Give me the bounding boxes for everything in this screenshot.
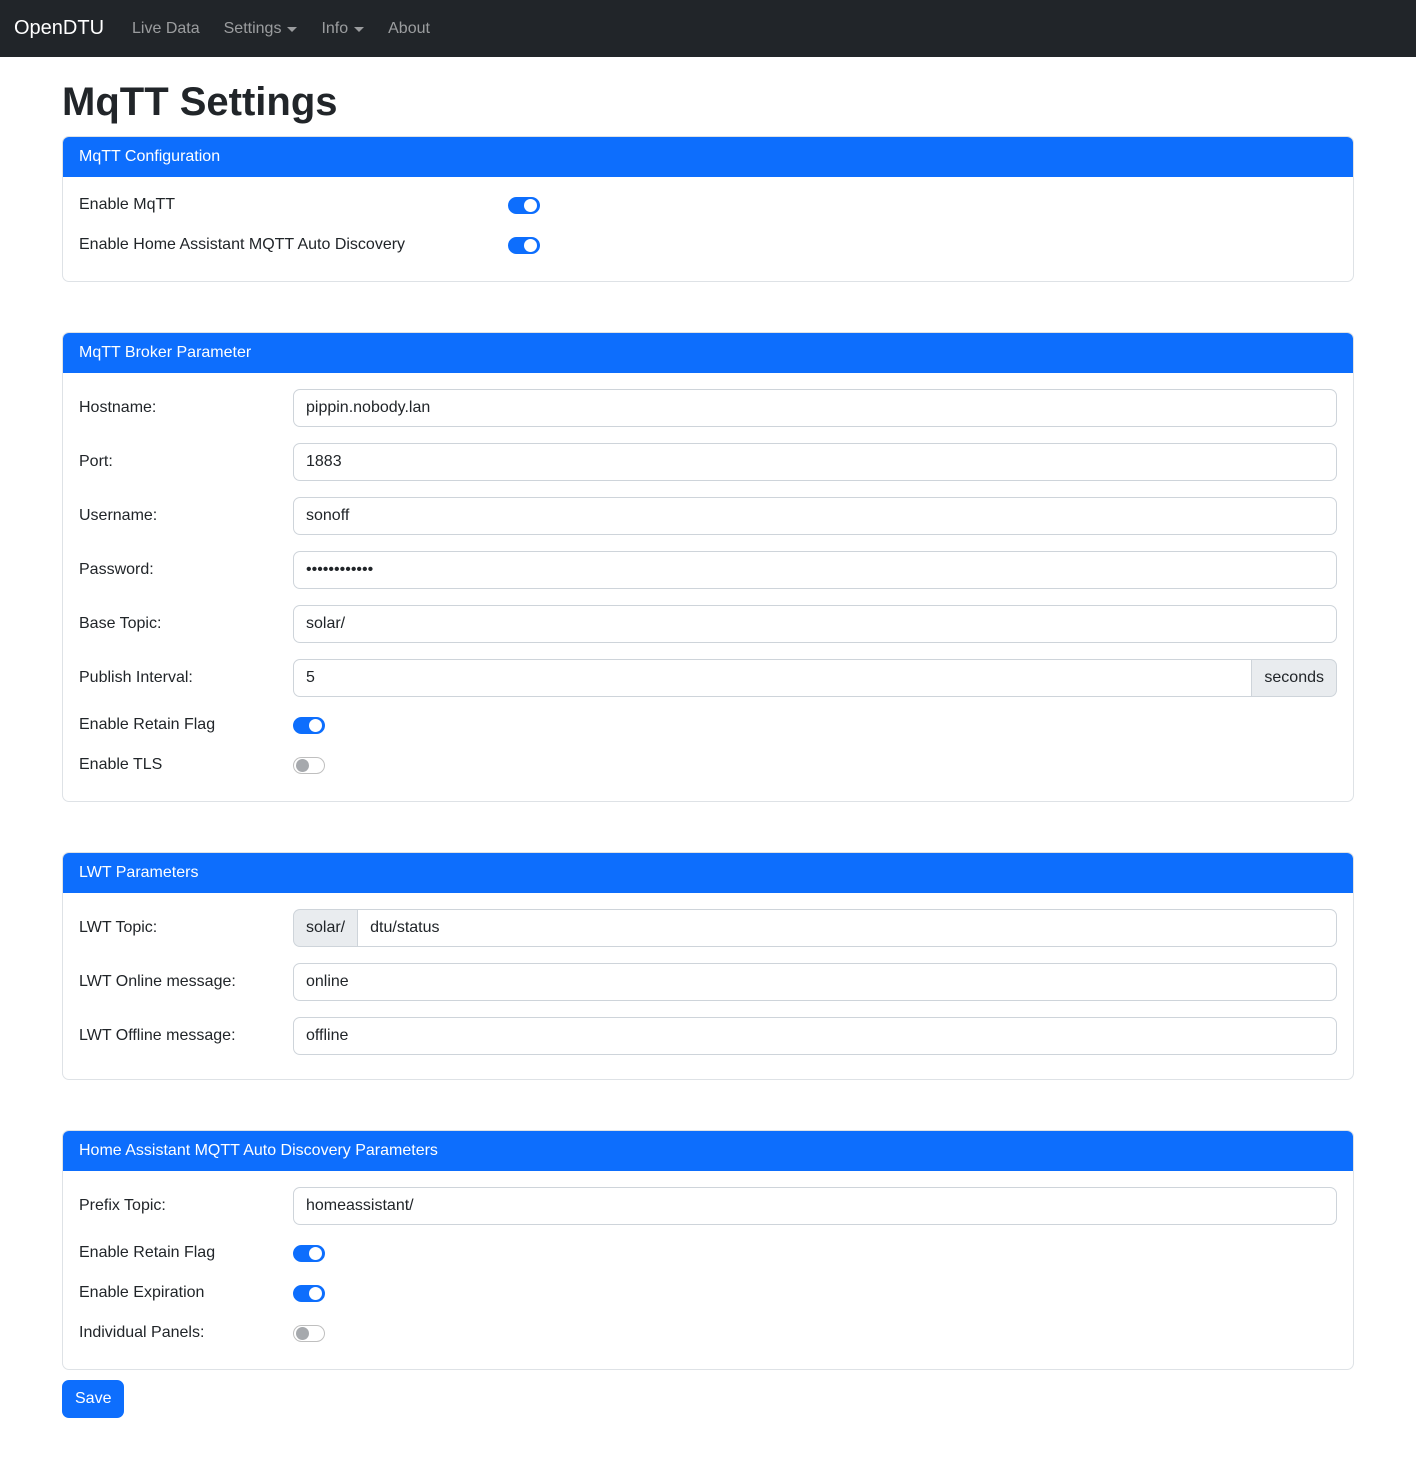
nav-item-info[interactable]: Info: [313, 12, 372, 46]
card-mqtt-broker-parameter-header: MqTT Broker Parameter: [63, 333, 1353, 373]
lwt-topic-input[interactable]: [357, 909, 1337, 947]
form-row-prefix-topic: Prefix Topic:: [79, 1187, 1337, 1225]
enable-tls-label: Enable TLS: [79, 756, 162, 773]
navbar: OpenDTU Live Data Settings Info About: [0, 0, 1416, 57]
save-button[interactable]: Save: [62, 1380, 124, 1418]
enable-mqtt-toggle[interactable]: [508, 197, 540, 214]
lwt-online-label: LWT Online message:: [79, 973, 236, 990]
nav-item-live-data[interactable]: Live Data: [124, 12, 208, 46]
lwt-topic-label: LWT Topic:: [79, 919, 157, 936]
form-row-port: Port:: [79, 443, 1337, 481]
hostname-input[interactable]: [293, 389, 1337, 427]
form-row-lwt-online: LWT Online message:: [79, 963, 1337, 1001]
card-mqtt-broker-parameter-body: Hostname: Port: Username: Password: Base…: [63, 373, 1353, 801]
chevron-down-icon: [287, 27, 297, 32]
nav-item-settings[interactable]: Settings: [216, 12, 306, 46]
prefix-topic-input[interactable]: [293, 1187, 1337, 1225]
form-row-password: Password:: [79, 551, 1337, 589]
publish-interval-input[interactable]: [293, 659, 1252, 697]
page-title: MqTT Settings: [62, 78, 1354, 126]
prefix-topic-label: Prefix Topic:: [79, 1197, 166, 1214]
form-row-enable-mqtt: Enable MqTT: [79, 193, 1337, 217]
individual-panels-label: Individual Panels:: [79, 1324, 204, 1341]
nav-item-settings-label: Settings: [224, 20, 282, 38]
ha-enable-retain-label: Enable Retain Flag: [79, 1244, 215, 1261]
brand-logo[interactable]: OpenDTU: [14, 17, 104, 40]
card-mqtt-configuration-body: Enable MqTT Enable Home Assistant MQTT A…: [63, 177, 1353, 281]
lwt-offline-label: LWT Offline message:: [79, 1027, 236, 1044]
form-row-base-topic: Base Topic:: [79, 605, 1337, 643]
nav-item-about-label: About: [388, 20, 430, 38]
enable-retain-label: Enable Retain Flag: [79, 716, 215, 733]
form-row-lwt-topic: LWT Topic: solar/: [79, 909, 1337, 947]
enable-expiration-toggle[interactable]: [293, 1285, 325, 1302]
port-input[interactable]: [293, 443, 1337, 481]
ha-enable-retain-toggle[interactable]: [293, 1245, 325, 1262]
password-label: Password:: [79, 561, 154, 578]
toggle-knob: [309, 719, 322, 732]
enable-mqtt-label: Enable MqTT: [79, 196, 175, 213]
card-mqtt-broker-parameter: MqTT Broker Parameter Hostname: Port: Us…: [62, 332, 1354, 802]
enable-ha-discovery-label: Enable Home Assistant MQTT Auto Discover…: [79, 236, 405, 253]
enable-tls-toggle[interactable]: [293, 757, 325, 774]
form-row-enable-tls: Enable TLS: [79, 753, 1337, 777]
toggle-knob: [309, 1247, 322, 1260]
card-ha-discovery-parameters-header: Home Assistant MQTT Auto Discovery Param…: [63, 1131, 1353, 1171]
form-row-username: Username:: [79, 497, 1337, 535]
publish-interval-unit: seconds: [1252, 659, 1337, 697]
username-label: Username:: [79, 507, 157, 524]
card-ha-discovery-parameters: Home Assistant MQTT Auto Discovery Param…: [62, 1130, 1354, 1370]
lwt-online-input[interactable]: [293, 963, 1337, 1001]
individual-panels-toggle[interactable]: [293, 1325, 325, 1342]
card-lwt-parameters-body: LWT Topic: solar/ LWT Online message: LW…: [63, 893, 1353, 1079]
password-input[interactable]: [293, 551, 1337, 589]
card-ha-discovery-parameters-body: Prefix Topic: Enable Retain Flag Enable …: [63, 1171, 1353, 1369]
lwt-offline-input[interactable]: [293, 1017, 1337, 1055]
form-row-individual-panels: Individual Panels:: [79, 1321, 1337, 1345]
enable-expiration-label: Enable Expiration: [79, 1284, 204, 1301]
nav-item-about[interactable]: About: [380, 12, 438, 46]
form-row-enable-retain: Enable Retain Flag: [79, 713, 1337, 737]
form-row-ha-enable-retain: Enable Retain Flag: [79, 1241, 1337, 1265]
base-topic-label: Base Topic:: [79, 615, 161, 632]
form-row-enable-ha-discovery: Enable Home Assistant MQTT Auto Discover…: [79, 233, 1337, 257]
username-input[interactable]: [293, 497, 1337, 535]
base-topic-input[interactable]: [293, 605, 1337, 643]
chevron-down-icon: [354, 27, 364, 32]
enable-retain-toggle[interactable]: [293, 717, 325, 734]
form-row-hostname: Hostname:: [79, 389, 1337, 427]
main-content: MqTT Settings MqTT Configuration Enable …: [62, 78, 1354, 1418]
form-row-publish-interval: Publish Interval: seconds: [79, 659, 1337, 697]
hostname-label: Hostname:: [79, 399, 156, 416]
form-row-lwt-offline: LWT Offline message:: [79, 1017, 1337, 1055]
card-mqtt-configuration-header: MqTT Configuration: [63, 137, 1353, 177]
port-label: Port:: [79, 453, 113, 470]
enable-ha-discovery-toggle[interactable]: [508, 237, 540, 254]
lwt-topic-prefix: solar/: [293, 909, 357, 947]
nav-item-info-label: Info: [321, 20, 348, 38]
toggle-knob: [296, 759, 309, 772]
toggle-knob: [524, 239, 537, 252]
card-mqtt-configuration: MqTT Configuration Enable MqTT Enable Ho…: [62, 136, 1354, 282]
toggle-knob: [296, 1327, 309, 1340]
publish-interval-label: Publish Interval:: [79, 669, 193, 686]
nav-item-live-data-label: Live Data: [132, 20, 200, 38]
card-lwt-parameters: LWT Parameters LWT Topic: solar/ LWT Onl…: [62, 852, 1354, 1080]
toggle-knob: [309, 1287, 322, 1300]
form-row-enable-expiration: Enable Expiration: [79, 1281, 1337, 1305]
card-lwt-parameters-header: LWT Parameters: [63, 853, 1353, 893]
toggle-knob: [524, 199, 537, 212]
